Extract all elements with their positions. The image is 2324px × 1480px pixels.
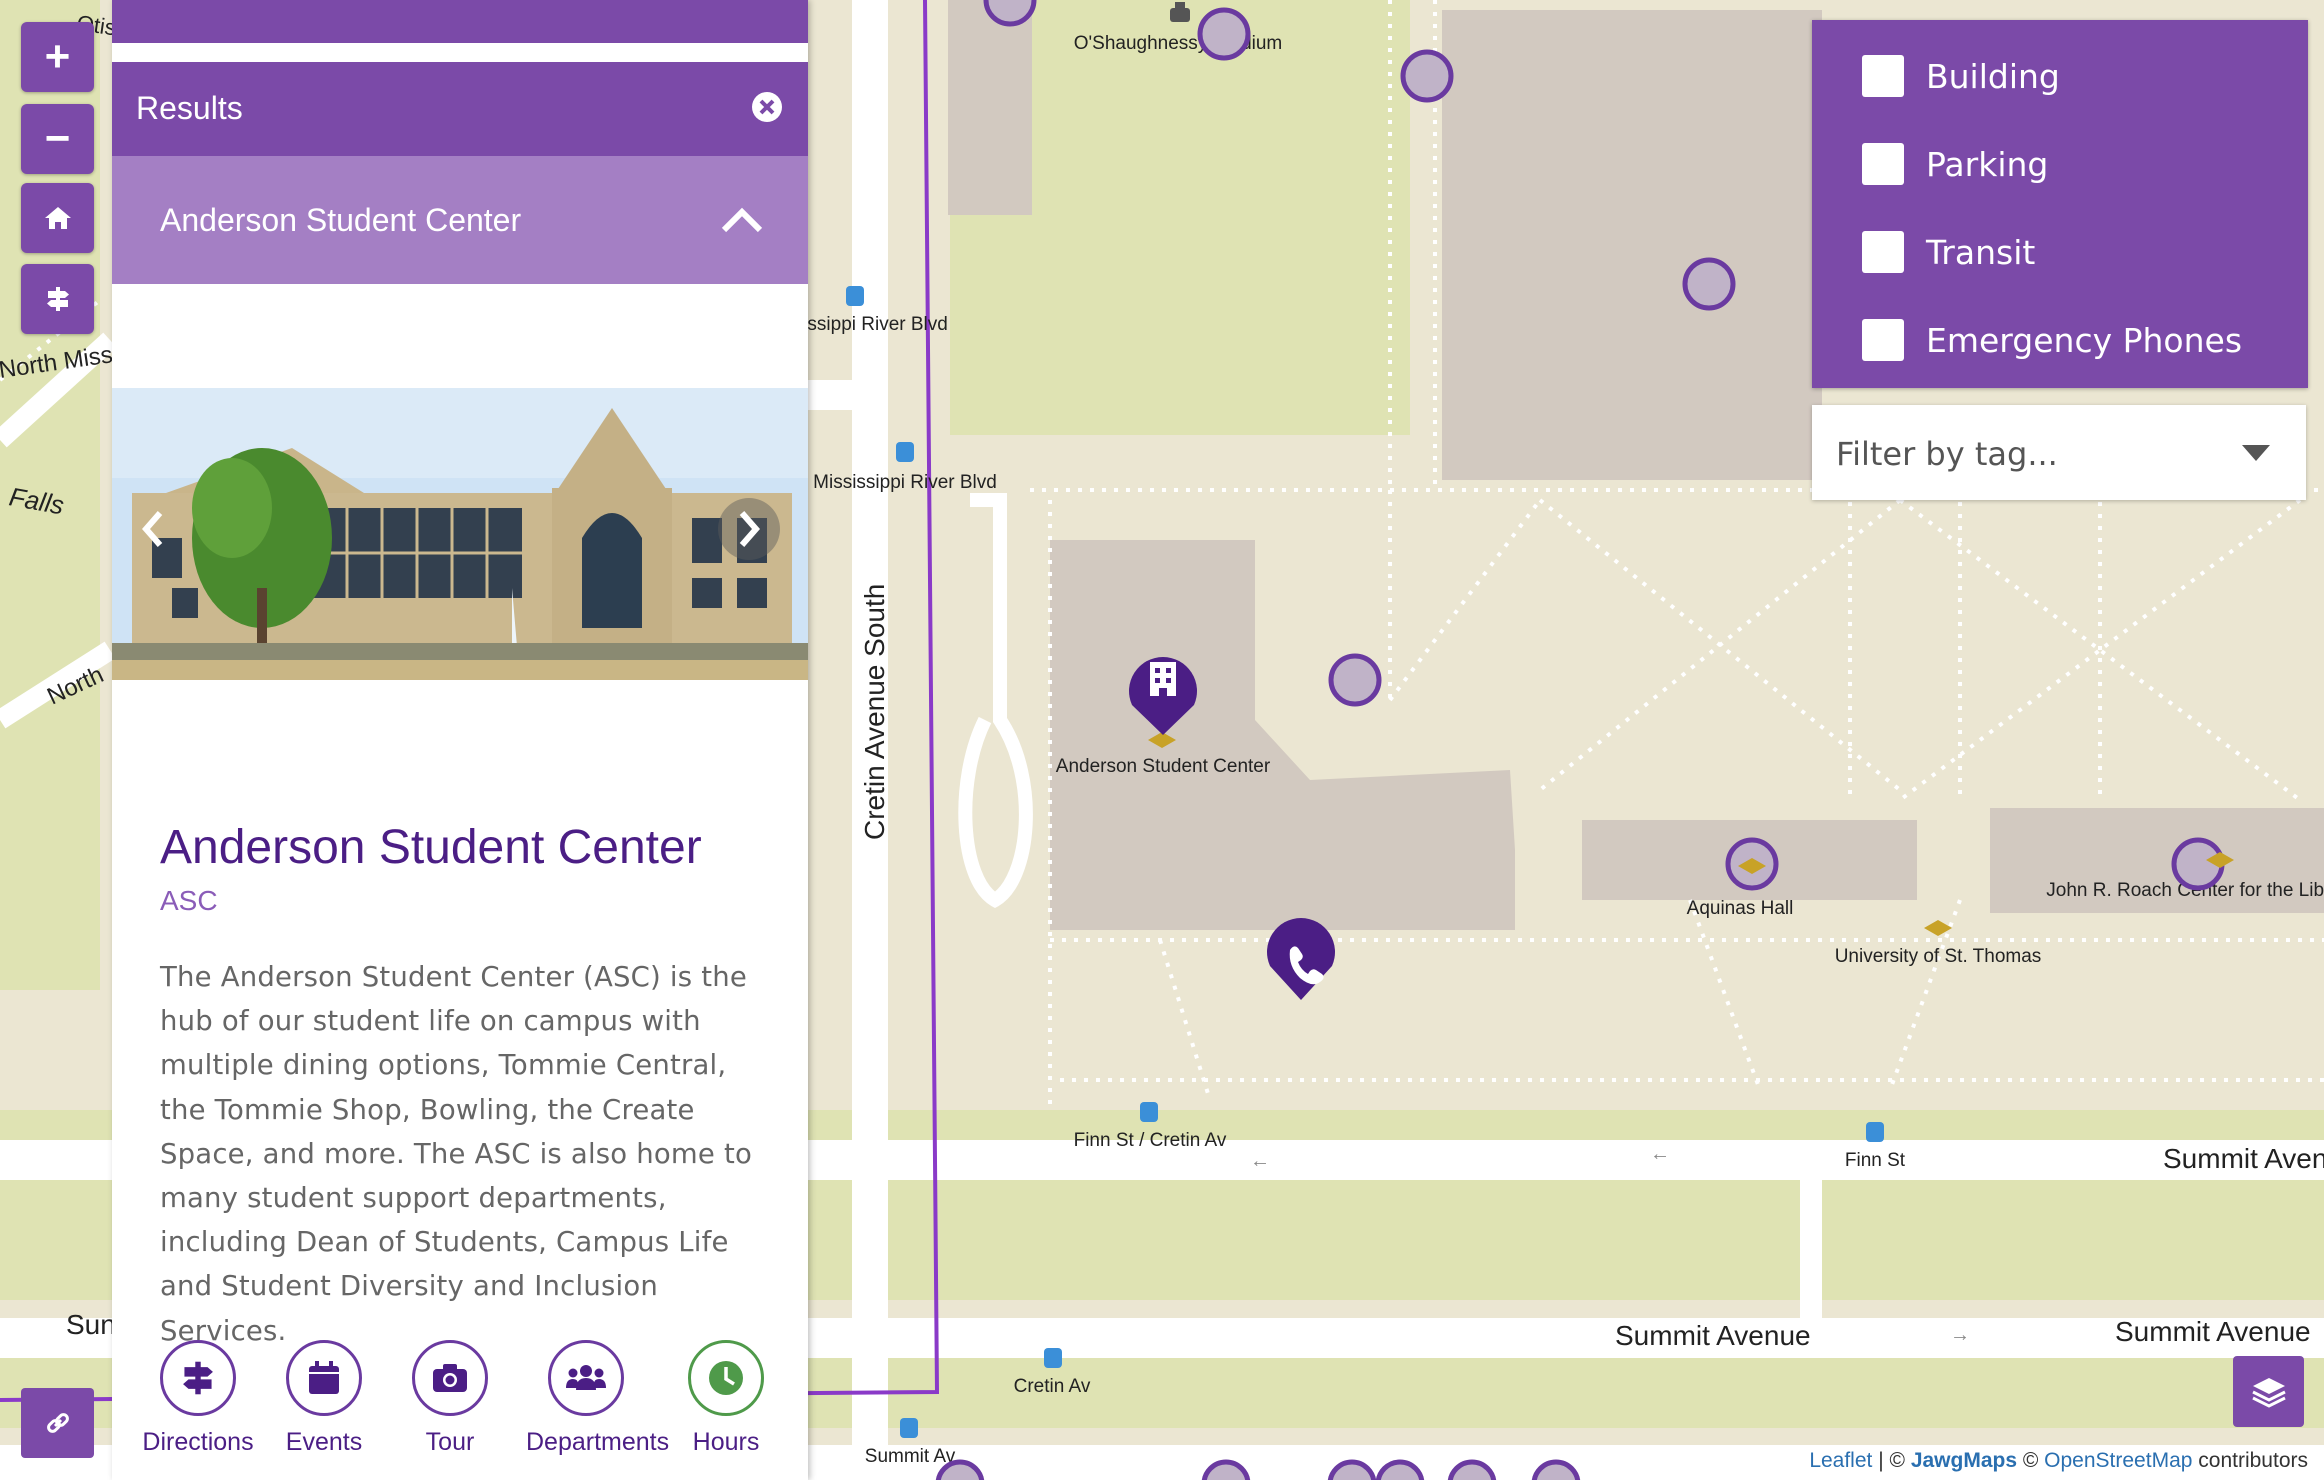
poi-label-stadium: O'Shaughnessy Stadium (1074, 33, 1283, 54)
directions-control-button[interactable] (21, 264, 94, 334)
departments-action-button[interactable]: Departments (526, 1340, 670, 1457)
carousel-next-button[interactable] (718, 498, 780, 560)
street-label-cretin: Cretin Avenue South (859, 584, 890, 840)
road-arrow: ← (1650, 1143, 1670, 1165)
zoom-out-button[interactable]: − (21, 104, 94, 174)
result-item-title: Anderson Student Center (160, 202, 522, 238)
filter-transit[interactable]: Transit (1862, 230, 2035, 274)
layers-icon (2251, 1377, 2286, 1408)
tag-filter-select[interactable]: Filter by tag... (1812, 405, 2306, 500)
zoom-in-button[interactable]: + (21, 22, 94, 92)
place-photo (112, 388, 808, 680)
clock-icon (709, 1361, 743, 1395)
directions-action-button[interactable]: Directions (138, 1340, 258, 1457)
layer-filter-panel: Building Parking Transit Emergency Phone… (1812, 20, 2308, 388)
poi-label-aquinas: Aquinas Hall (1687, 898, 1794, 919)
chevron-left-icon (142, 511, 163, 547)
events-action-label: Events (285, 1428, 363, 1456)
plus-icon: + (44, 32, 71, 81)
filter-parking-label: Parking (1926, 144, 2049, 184)
place-description: The Anderson Student Center (ASC) is the… (160, 961, 752, 1347)
street-label-sun: Sun (66, 1309, 116, 1340)
filter-building[interactable]: Building (1862, 54, 2060, 98)
events-action-button[interactable]: Events (264, 1340, 384, 1457)
poi-label-finn-cretin: Finn St / Cretin Av (1074, 1130, 1227, 1151)
close-icon[interactable] (750, 90, 784, 124)
camera-icon (433, 1364, 467, 1392)
emergency-phones-checkbox[interactable] (1862, 319, 1904, 361)
map-attribution: Leaflet | © JawgMaps © OpenStreetMap con… (1803, 1448, 2314, 1474)
poi-label-cretin-av: Cretin Av (1014, 1376, 1091, 1397)
signpost-icon (183, 1361, 213, 1395)
place-name: Anderson Student Center (160, 821, 702, 874)
chevron-up-icon[interactable] (720, 204, 764, 234)
road-arrow: → (1950, 1324, 1970, 1346)
minus-icon: − (44, 114, 71, 163)
place-abbreviation: ASC (160, 885, 218, 916)
layers-button[interactable] (2233, 1356, 2304, 1427)
chevron-right-icon (739, 511, 760, 547)
caret-down-icon (2242, 445, 2270, 461)
street-label-summit-3: Summit Aven (2163, 1143, 2324, 1174)
result-item-header[interactable]: Anderson Student Center (112, 156, 808, 284)
carousel-prev-button[interactable] (122, 498, 184, 560)
tour-action-button[interactable]: Tour (390, 1340, 510, 1457)
tour-action-label: Tour (425, 1428, 475, 1456)
directions-action-label: Directions (142, 1428, 254, 1456)
panel-top-bar (112, 0, 808, 43)
hours-action-label: Hours (692, 1428, 760, 1456)
calendar-icon (309, 1361, 339, 1394)
parking-checkbox[interactable] (1862, 143, 1904, 185)
signpost-icon (46, 287, 69, 311)
poi-label-msr-2: Mississippi River Blvd (813, 472, 997, 493)
poi-label-ust: University of St. Thomas (1835, 946, 2042, 967)
people-icon (566, 1365, 606, 1390)
transit-checkbox[interactable] (1862, 231, 1904, 273)
home-icon (44, 207, 71, 229)
tag-filter-placeholder: Filter by tag... (1836, 435, 2058, 473)
hours-action-button[interactable]: Hours (666, 1340, 786, 1457)
results-panel: Results Anderson Student Center Anderson… (112, 0, 808, 1480)
jawgmaps-link[interactable]: JawgMaps (1911, 1449, 2017, 1472)
results-title: Results (136, 90, 243, 126)
street-label-summit-2: Summit Avenue (2115, 1316, 2311, 1347)
poi-label-summit-av: Summit Av (865, 1446, 956, 1467)
share-link-button[interactable] (21, 1388, 94, 1458)
poi-label-finn: Finn St (1845, 1150, 1906, 1171)
results-header: Results (112, 62, 808, 156)
road-arrow: ← (1250, 1150, 1270, 1172)
osm-link[interactable]: OpenStreetMap (2044, 1449, 2192, 1472)
filter-transit-label: Transit (1926, 232, 2036, 272)
building-checkbox[interactable] (1862, 55, 1904, 97)
departments-action-label: Departments (526, 1428, 670, 1456)
filter-parking[interactable]: Parking (1862, 142, 2048, 186)
leaflet-link[interactable]: Leaflet (1809, 1449, 1872, 1472)
filter-building-label: Building (1926, 56, 2060, 96)
home-button[interactable] (21, 183, 94, 253)
link-icon (46, 1413, 69, 1433)
filter-emergency-phones-label: Emergency Phones (1926, 320, 2243, 360)
poi-label-anderson: Anderson Student Center (1056, 756, 1271, 777)
street-label-summit-1: Summit Avenue (1615, 1320, 1811, 1351)
filter-emergency-phones[interactable]: Emergency Phones (1862, 318, 2242, 362)
